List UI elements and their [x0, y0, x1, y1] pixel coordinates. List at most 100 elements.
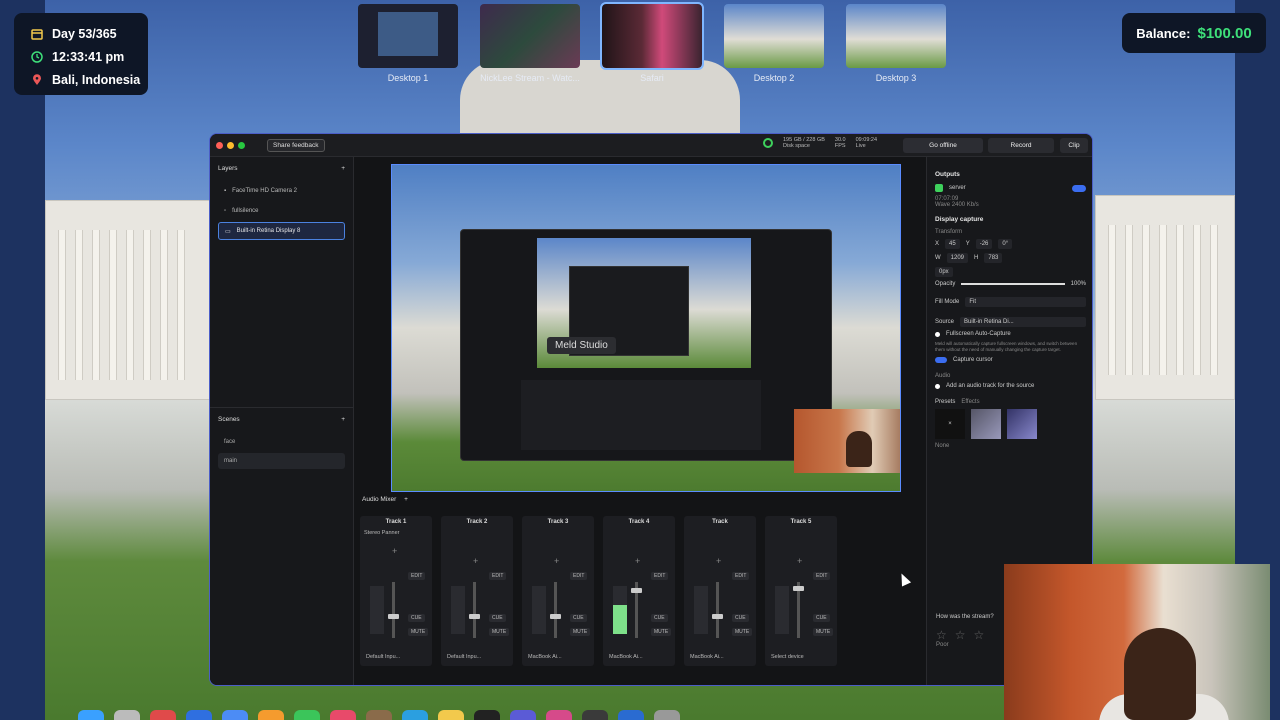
audio-add-row[interactable]: Add an audio track for the source — [935, 383, 1086, 389]
corner-radius-input[interactable]: 0px — [935, 267, 953, 277]
edit-button[interactable]: EDIT — [651, 572, 669, 580]
track-device-select[interactable]: Select device — [771, 654, 804, 660]
cue-button[interactable]: CUE — [489, 614, 506, 622]
dock-app-icon[interactable] — [150, 710, 176, 720]
mute-button[interactable]: MUTE — [813, 628, 834, 636]
mute-button[interactable]: MUTE — [408, 628, 429, 636]
fader-knob[interactable] — [712, 614, 723, 619]
dock-app-icon[interactable] — [510, 710, 536, 720]
x-input[interactable]: 45 — [945, 239, 960, 249]
dock-app-icon[interactable] — [402, 710, 428, 720]
space-safari[interactable]: Safari — [600, 2, 704, 83]
add-effect-icon[interactable]: + — [635, 556, 640, 566]
fill-mode-select[interactable]: Fit — [965, 297, 1086, 307]
track-effect[interactable]: Stereo Panner — [364, 530, 399, 536]
edit-button[interactable]: EDIT — [813, 572, 831, 580]
share-feedback-button[interactable]: Share feedback — [267, 138, 325, 152]
layer-item[interactable]: ▫ fullsilence — [218, 202, 345, 220]
track-name[interactable]: Track 3 — [522, 516, 594, 525]
edit-button[interactable]: EDIT — [732, 572, 750, 580]
capture-cursor-row[interactable]: Capture cursor — [935, 357, 1086, 363]
tab-effects[interactable]: Effects — [961, 399, 979, 405]
dock-app-icon[interactable] — [294, 710, 320, 720]
zoom-window-button[interactable] — [238, 141, 245, 149]
dock-app-icon[interactable] — [654, 710, 680, 720]
track-name[interactable]: Track 1 — [360, 516, 432, 525]
dock-app-icon[interactable] — [114, 710, 140, 720]
volume-fader[interactable] — [392, 582, 395, 638]
dock-app-icon[interactable] — [222, 710, 248, 720]
dock-app-icon[interactable] — [474, 710, 500, 720]
edit-button[interactable]: EDIT — [408, 572, 426, 580]
layer-item[interactable]: ▪ FaceTime HD Camera 2 — [218, 182, 345, 200]
opacity-slider[interactable] — [961, 283, 1065, 285]
edit-button[interactable]: EDIT — [489, 572, 507, 580]
source-select[interactable]: Built-in Retina Di... — [960, 317, 1086, 327]
scene-item[interactable]: face — [218, 434, 345, 450]
fullscreen-row[interactable]: Fullscreen Auto-Capture — [935, 331, 1086, 337]
add-scene-icon[interactable]: + — [341, 416, 345, 423]
dock-app-icon[interactable] — [258, 710, 284, 720]
dock-app-icon[interactable] — [582, 710, 608, 720]
width-input[interactable]: 1209 — [946, 253, 969, 263]
stream-preview-canvas[interactable]: Meld Studio — [391, 164, 901, 492]
tab-presets[interactable]: Presets — [935, 399, 955, 405]
track-name[interactable]: Track 4 — [603, 516, 675, 525]
track-name[interactable]: Track — [684, 516, 756, 525]
rotation-input[interactable]: 0° — [998, 239, 1013, 249]
track-device-select[interactable]: MacBook Ai... — [690, 654, 724, 660]
rating-stars[interactable]: ☆☆☆ — [936, 628, 1000, 642]
dock-app-icon[interactable] — [186, 710, 212, 720]
cue-button[interactable]: CUE — [408, 614, 425, 622]
track-name[interactable]: Track 2 — [441, 516, 513, 525]
y-input[interactable]: -26 — [975, 239, 993, 249]
add-effect-icon[interactable]: + — [392, 546, 397, 556]
cue-button[interactable]: CUE — [651, 614, 668, 622]
dock-app-icon[interactable] — [78, 710, 104, 720]
track-name[interactable]: Track 5 — [765, 516, 837, 525]
space-desktop-2[interactable]: Desktop 2 — [724, 4, 824, 83]
space-desktop-3[interactable]: Desktop 3 — [846, 4, 946, 83]
add-effect-icon[interactable]: + — [797, 556, 802, 566]
add-layer-icon[interactable]: + — [341, 165, 345, 172]
track-device-select[interactable]: Default Inpu... — [366, 654, 400, 660]
mute-button[interactable]: MUTE — [489, 628, 510, 636]
go-offline-button[interactable]: Go offline — [903, 138, 983, 153]
layer-item-selected[interactable]: ▭ Built-in Retina Display 8 — [218, 222, 345, 240]
minimize-window-button[interactable] — [227, 141, 234, 149]
fullscreen-radio[interactable] — [935, 331, 940, 337]
preset-tile[interactable] — [1007, 409, 1037, 439]
add-track-icon[interactable]: + — [404, 496, 408, 503]
dock-app-icon[interactable] — [546, 710, 572, 720]
fader-knob[interactable] — [388, 614, 399, 619]
add-effect-icon[interactable]: + — [716, 556, 721, 566]
dock-app-icon[interactable] — [366, 710, 392, 720]
volume-fader[interactable] — [473, 582, 476, 638]
capture-cursor-toggle[interactable] — [935, 357, 947, 363]
scene-item-selected[interactable]: main — [218, 453, 345, 469]
edit-button[interactable]: EDIT — [570, 572, 588, 580]
mute-button[interactable]: MUTE — [570, 628, 591, 636]
height-input[interactable]: 783 — [984, 253, 1003, 263]
output-server-row[interactable]: server — [935, 184, 1086, 192]
preset-none-tile[interactable]: × — [935, 409, 965, 439]
fader-knob[interactable] — [631, 588, 642, 593]
mute-button[interactable]: MUTE — [732, 628, 753, 636]
output-toggle[interactable] — [1072, 184, 1086, 192]
space-nicklee-stream[interactable]: NickLee Stream - Watc... — [480, 4, 580, 83]
mute-button[interactable]: MUTE — [651, 628, 672, 636]
cue-button[interactable]: CUE — [813, 614, 830, 622]
track-device-select[interactable]: MacBook Ai... — [528, 654, 562, 660]
fader-knob[interactable] — [550, 614, 561, 619]
volume-fader[interactable] — [716, 582, 719, 638]
add-effect-icon[interactable]: + — [554, 556, 559, 566]
add-effect-icon[interactable]: + — [473, 556, 478, 566]
record-button[interactable]: Record — [988, 138, 1054, 153]
clip-button[interactable]: Clip — [1060, 138, 1088, 153]
dock-app-icon[interactable] — [618, 710, 644, 720]
fader-knob[interactable] — [793, 586, 804, 591]
track-device-select[interactable]: Default Inpu... — [447, 654, 481, 660]
dock-app-icon[interactable] — [438, 710, 464, 720]
volume-fader[interactable] — [554, 582, 557, 638]
track-device-select[interactable]: MacBook Ai... — [609, 654, 643, 660]
